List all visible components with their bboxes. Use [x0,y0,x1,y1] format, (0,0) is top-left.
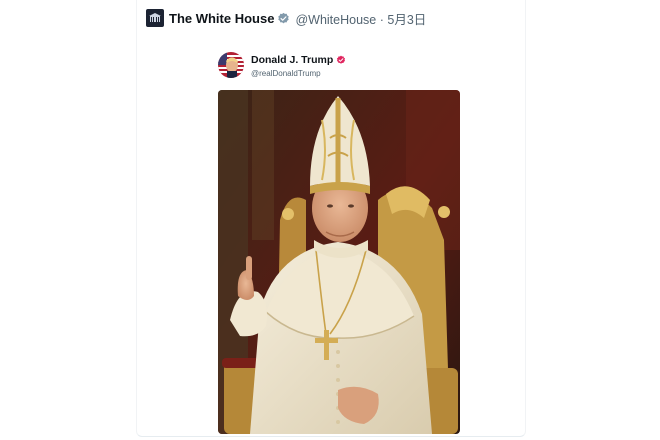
verified-badge-icon [278,12,290,23]
quoted-author-name[interactable]: Donald J. Trump [251,54,333,66]
separator-dot: · [379,12,384,27]
figure-in-papal-vestments-image[interactable] [218,90,460,434]
verified-badge-icon [337,55,346,64]
quoted-author-handle[interactable]: @realDonaldTrump [251,69,346,78]
author-name[interactable]: The White House [169,11,274,26]
post-date[interactable]: 5月3日 [387,13,426,27]
author-handle-text: @WhiteHouse [295,12,377,27]
white-house-logo-icon[interactable] [146,9,164,27]
tweet-header: The White House @WhiteHouse · 5月3日 [146,7,426,29]
quoted-post-header[interactable]: Donald J. Trump @realDonaldTrump [218,52,462,82]
author-handle[interactable]: @WhiteHouse · 5月3日 [295,9,426,28]
flag-profile-photo-icon[interactable] [218,52,244,78]
